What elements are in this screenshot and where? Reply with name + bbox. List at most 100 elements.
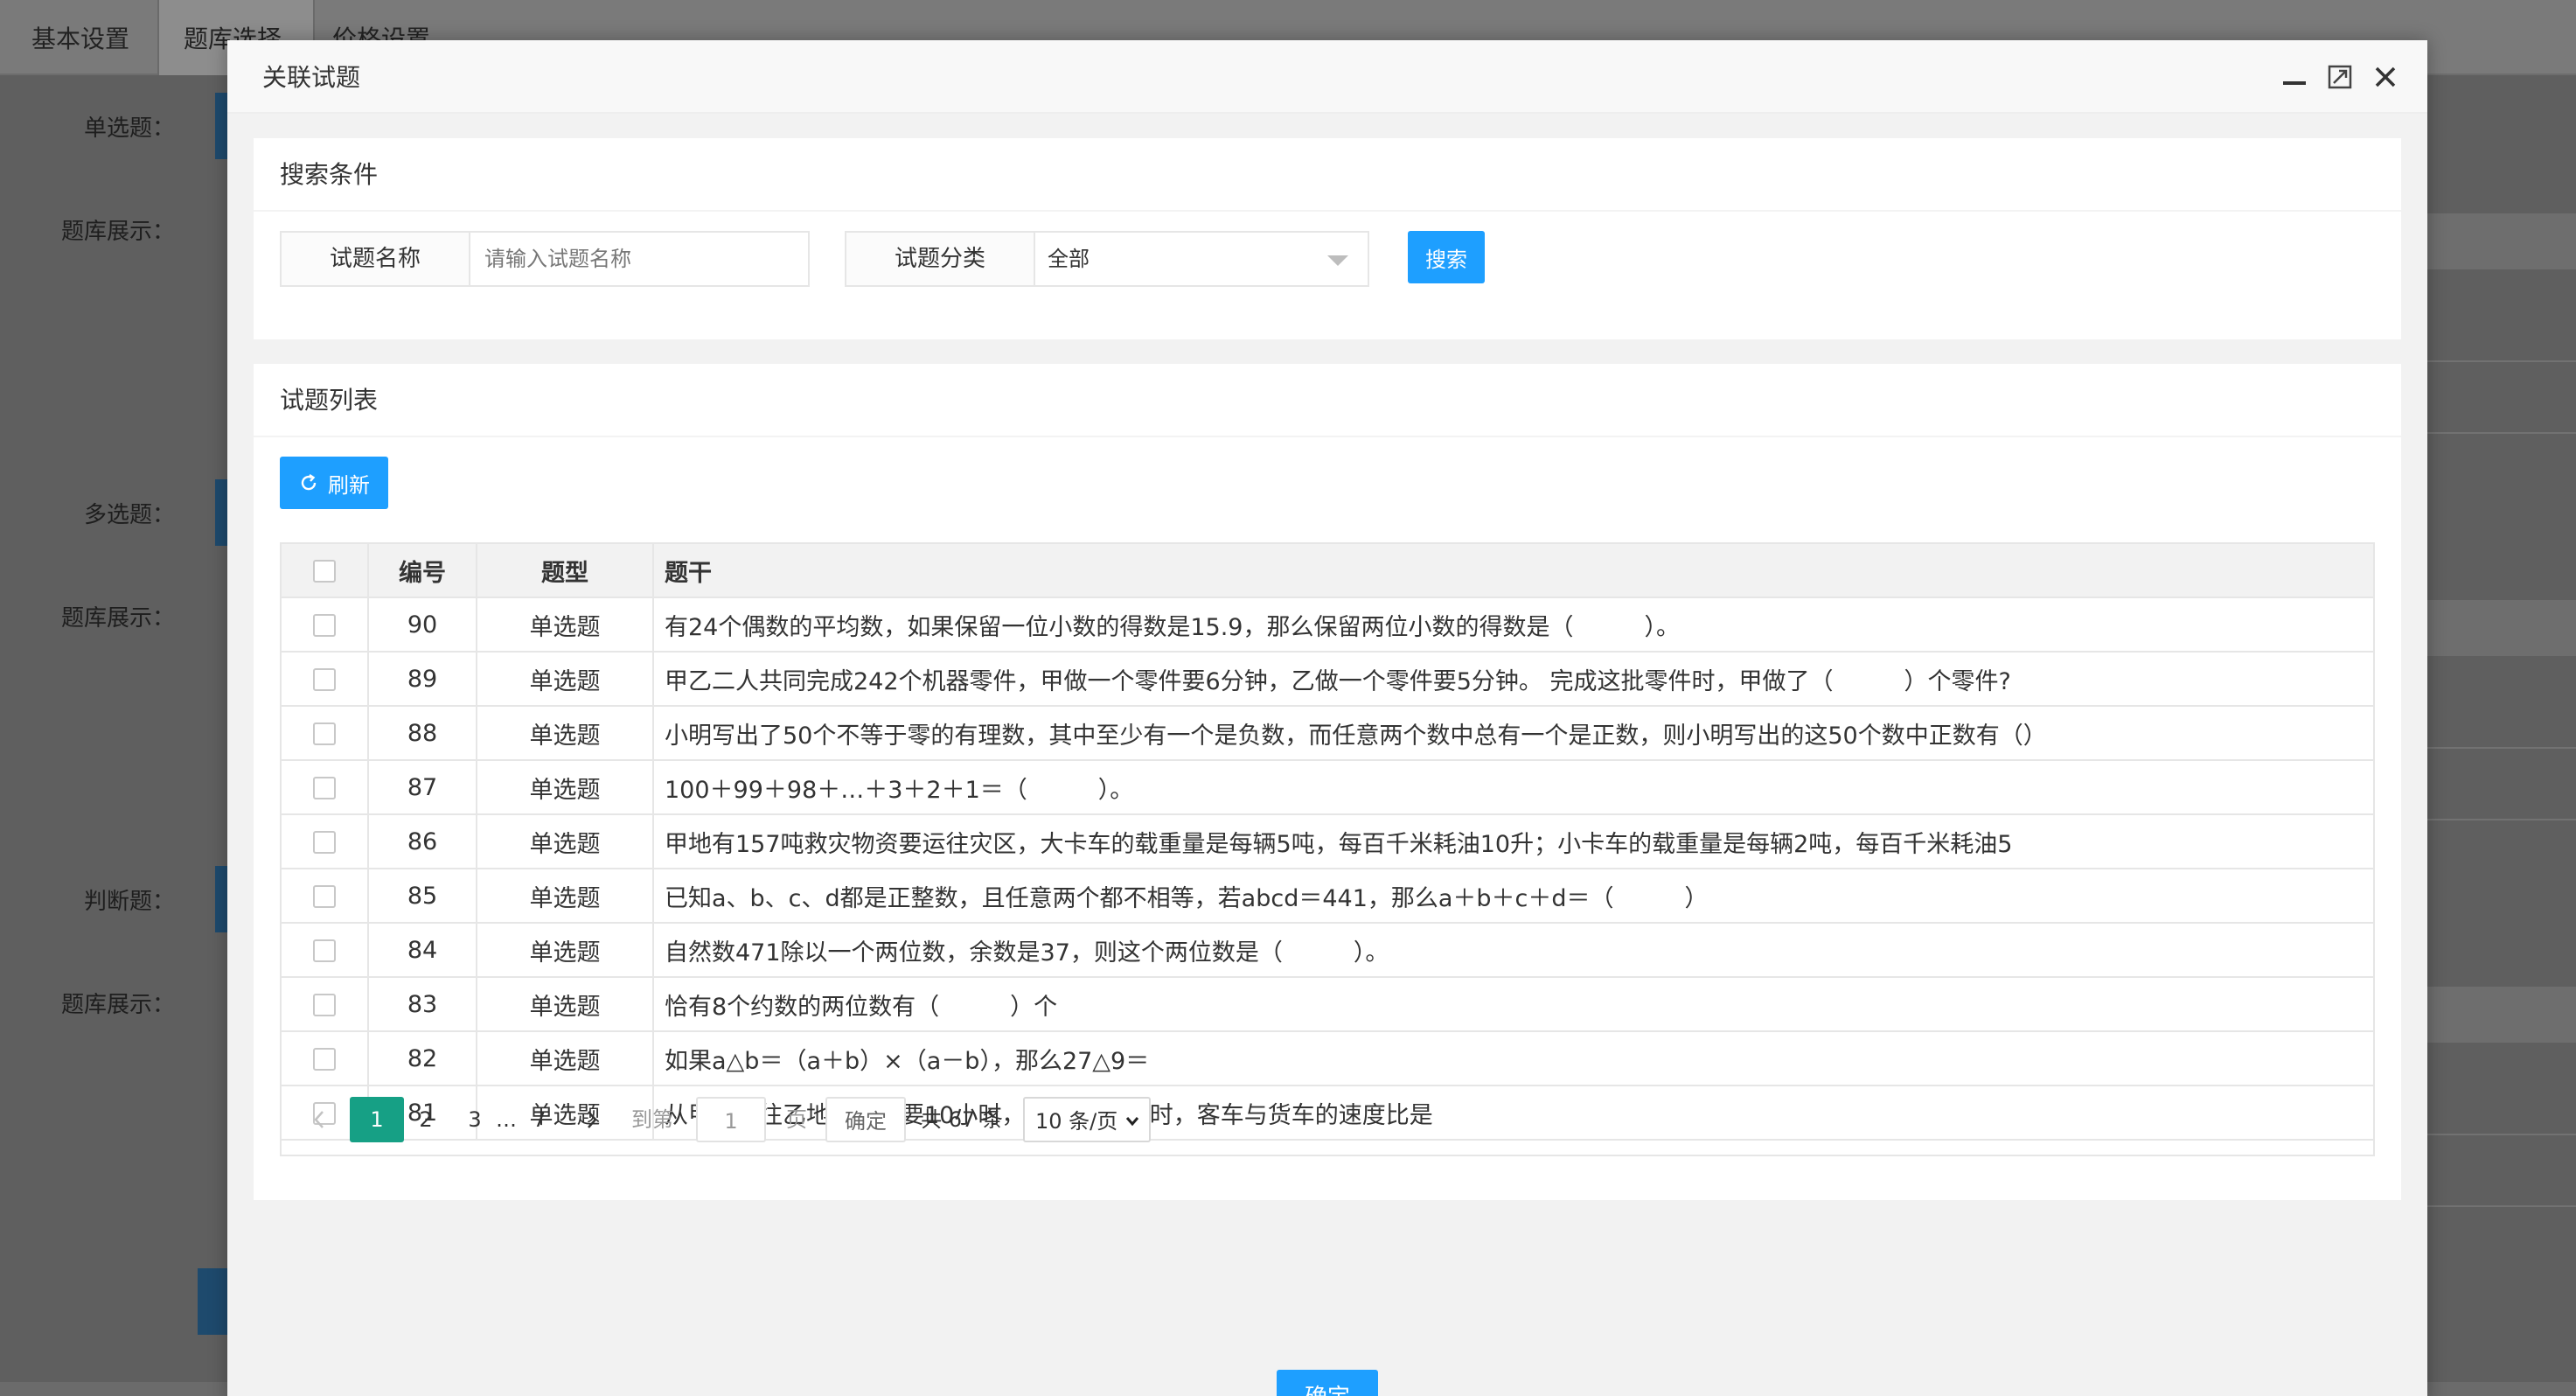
next-page-icon[interactable]	[579, 1097, 605, 1142]
table-row[interactable]: 86 单选题 甲地有157吨救灾物资要运往灾区，大卡车的载重量是每辆5吨，每百千米耗…	[280, 813, 2375, 869]
bg-divider	[2427, 819, 2576, 820]
tab-basic-settings[interactable]: 基本设置	[31, 0, 129, 75]
goto-page-input[interactable]: 1	[696, 1097, 766, 1142]
table-row[interactable]: 88 单选题 小明写出了50个不等于零的有理数，其中至少有一个是负数，而任意两个数中…	[280, 705, 2375, 761]
close-icon[interactable]	[2368, 59, 2403, 94]
question-id: 84	[367, 922, 477, 978]
row-checkbox[interactable]	[313, 939, 336, 962]
row-checkbox-cell	[280, 597, 369, 653]
question-type: 单选题	[476, 597, 654, 653]
question-stem: 如果a△b＝（a＋b）×（a－b），那么27△9＝	[652, 1030, 2375, 1086]
row-checkbox[interactable]	[313, 722, 336, 745]
row-checkbox[interactable]	[313, 614, 336, 637]
question-stem: 甲乙二人共同完成242个机器零件，甲做一个零件要6分钟，乙做一个零件要5分钟。 …	[652, 651, 2375, 707]
refresh-icon	[301, 474, 317, 491]
table-row[interactable]: 84 单选题 自然数471除以一个两位数，余数是37，则这个两位数是（ ）。	[280, 922, 2375, 978]
question-category-select[interactable]: 全部	[1035, 233, 1368, 285]
question-stem: 甲地有157吨救灾物资要运往灾区，大卡车的载重量是每辆5吨，每百千米耗油10升；…	[652, 813, 2375, 869]
table-row[interactable]: 83 单选题 恰有8个约数的两位数有（ ）个	[280, 976, 2375, 1032]
confirm-button[interactable]: 确定	[1277, 1370, 1378, 1396]
select-all-cell	[280, 542, 369, 598]
column-header-type[interactable]: 题型	[476, 542, 654, 598]
search-panel-title: 搜索条件	[254, 138, 2401, 212]
page-size-value: 10 条/页	[1035, 1109, 1118, 1134]
question-stem: 已知a、b、c、d都是正整数，且任意两个都不相等，若abcd＝441，那么a＋b…	[652, 868, 2375, 924]
row-checkbox[interactable]	[313, 885, 336, 908]
question-id: 83	[367, 976, 477, 1032]
search-button[interactable]: 搜索	[1408, 231, 1485, 283]
question-type: 单选题	[476, 868, 654, 924]
question-type: 单选题	[476, 1030, 654, 1086]
total-count: 共 67 条	[921, 1107, 1003, 1132]
prev-page-icon[interactable]	[306, 1097, 332, 1142]
page-1[interactable]: 1	[350, 1097, 404, 1142]
question-name-label: 试题名称	[282, 233, 470, 285]
minimize-icon[interactable]	[2277, 59, 2312, 94]
maximize-icon[interactable]	[2322, 59, 2357, 94]
bg-divider	[2427, 747, 2576, 749]
question-stem: 自然数471除以一个两位数，余数是37，则这个两位数是（ ）。	[652, 922, 2375, 978]
page-size-select[interactable]: 10 条/页	[1023, 1097, 1151, 1142]
question-stem: 有24个偶数的平均数，如果保留一位小数的得数是15.9，那么保留两位小数的得数是…	[652, 597, 2375, 653]
row-checkbox-cell	[280, 976, 369, 1032]
row-checkbox[interactable]	[313, 777, 336, 799]
row-checkbox-cell	[280, 868, 369, 924]
question-stem: 恰有8个约数的两位数有（ ）个	[652, 976, 2375, 1032]
row-checkbox[interactable]	[313, 668, 336, 691]
question-id: 82	[367, 1030, 477, 1086]
link-questions-dialog: 关联试题 搜索条件 试题名称 试题分类 全部 搜索 试题列表	[227, 40, 2427, 1396]
question-id: 88	[367, 705, 477, 761]
page-7[interactable]: 7	[519, 1097, 560, 1142]
question-table: 编号 题型 题干 90 单选题 有24个偶数的平均数，如果保留一位小数的得数是15.…	[280, 542, 2375, 1141]
question-type: 单选题	[476, 976, 654, 1032]
pagination: 1 2 3 … 7 到第 1 页 确定 共 67 条 10 条/页	[280, 1085, 2375, 1156]
question-id: 85	[367, 868, 477, 924]
question-id: 89	[367, 651, 477, 707]
row-checkbox[interactable]	[313, 1048, 336, 1071]
question-id: 86	[367, 813, 477, 869]
bg-divider	[2427, 360, 2576, 362]
bg-table-header	[2427, 987, 2576, 1043]
table-row[interactable]: 89 单选题 甲乙二人共同完成242个机器零件，甲做一个零件要6分钟，乙做一个零件要…	[280, 651, 2375, 707]
goto-label: 到第	[631, 1107, 673, 1132]
row-checkbox-cell	[280, 759, 369, 815]
page-2[interactable]: 2	[406, 1097, 446, 1142]
question-type: 单选题	[476, 922, 654, 978]
question-stem: 小明写出了50个不等于零的有理数，其中至少有一个是负数，而任意两个数中总有一个是…	[652, 705, 2375, 761]
page-ellipsis: …	[496, 1107, 517, 1132]
goto-confirm-button[interactable]: 确定	[825, 1097, 906, 1142]
table-row[interactable]: 90 单选题 有24个偶数的平均数，如果保留一位小数的得数是15.9，那么保留两位小…	[280, 597, 2375, 653]
search-panel: 搜索条件 试题名称 试题分类 全部 搜索	[254, 138, 2401, 339]
bg-divider	[2427, 432, 2576, 434]
question-category-field: 试题分类 全部	[845, 231, 1369, 287]
question-id: 87	[367, 759, 477, 815]
table-header-row: 编号 题型 题干	[280, 542, 2375, 598]
dialog-header: 关联试题	[227, 40, 2427, 114]
question-type: 单选题	[476, 705, 654, 761]
row-checkbox-cell	[280, 1030, 369, 1086]
bg-table-header	[2427, 213, 2576, 269]
select-all-checkbox[interactable]	[313, 560, 336, 583]
question-list-title: 试题列表	[254, 364, 2401, 437]
bg-divider	[2427, 1205, 2576, 1207]
question-name-input[interactable]	[470, 233, 808, 285]
row-checkbox-cell	[280, 705, 369, 761]
table-row[interactable]: 82 单选题 如果a△b＝（a＋b）×（a－b），那么27△9＝	[280, 1030, 2375, 1086]
column-header-id[interactable]: 编号	[367, 542, 477, 598]
row-checkbox[interactable]	[313, 831, 336, 854]
bg-label-bank-3: 题库展示：	[60, 992, 175, 1018]
bg-table-header	[2427, 600, 2576, 656]
row-checkbox[interactable]	[313, 994, 336, 1016]
bg-label-judge: 判断题：	[83, 889, 175, 915]
bg-divider	[2427, 1134, 2576, 1135]
page-3[interactable]: 3	[455, 1097, 495, 1142]
table-row[interactable]: 87 单选题 100＋99＋98＋…＋3＋2＋1＝（ ）。	[280, 759, 2375, 815]
bg-label-multiple: 多选题：	[83, 502, 175, 528]
row-checkbox-cell	[280, 922, 369, 978]
table-row[interactable]: 85 单选题 已知a、b、c、d都是正整数，且任意两个都不相等，若abcd＝441，…	[280, 868, 2375, 924]
refresh-label: 刷新	[328, 472, 370, 498]
column-header-stem[interactable]: 题干	[652, 542, 2375, 598]
bg-label-bank-2: 题库展示：	[60, 605, 175, 632]
row-checkbox-cell	[280, 651, 369, 707]
refresh-button[interactable]: 刷新	[280, 457, 388, 509]
